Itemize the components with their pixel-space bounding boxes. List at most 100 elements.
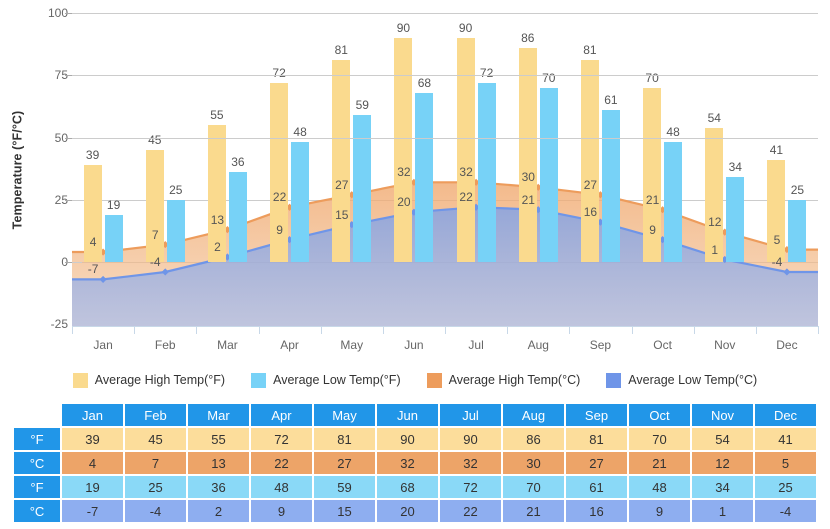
x-axis-label-dec: Dec bbox=[776, 338, 798, 352]
table-month-header: Feb bbox=[125, 404, 186, 426]
legend-label: Average Low Temp(°F) bbox=[273, 373, 401, 387]
area-value-label: 4 bbox=[89, 235, 97, 250]
x-tickmark bbox=[631, 326, 633, 334]
table-month-header: Jul bbox=[440, 404, 501, 426]
y-tickmark bbox=[65, 13, 72, 14]
gridline bbox=[72, 13, 818, 14]
table-month-header: Mar bbox=[188, 404, 249, 426]
y-tick-label: 50 bbox=[54, 130, 68, 145]
table-row: °C -7 -4 2 9 15 20 22 21 16 9 1 -4 bbox=[14, 500, 816, 522]
bar bbox=[332, 60, 351, 262]
table-row: °F 19 25 36 48 59 68 72 70 61 48 34 25 bbox=[14, 476, 816, 498]
bar-value-label: 25 bbox=[169, 182, 183, 197]
table-month-header: Dec bbox=[755, 404, 816, 426]
x-axis-label-may: May bbox=[340, 338, 364, 352]
area-value-label: -4 bbox=[149, 254, 161, 269]
bar-value-label: 41 bbox=[769, 142, 784, 157]
table-cell: 7 bbox=[125, 452, 186, 474]
legend-label: Average Low Temp(°C) bbox=[628, 373, 758, 387]
table-cell: 12 bbox=[692, 452, 753, 474]
table-unit-header: °F bbox=[14, 428, 60, 450]
table-cell: 70 bbox=[629, 428, 690, 450]
bar bbox=[145, 149, 164, 262]
x-axis-label-oct: Oct bbox=[653, 338, 672, 352]
legend-item[interactable]: Average High Temp(°F) bbox=[72, 372, 226, 388]
table-body: °F 39 45 55 72 81 90 90 86 81 70 54 41 °C 4 7 13 22 27 32 32… bbox=[14, 428, 816, 522]
x-axis-label-jun: Jun bbox=[404, 338, 424, 352]
x-tickmark bbox=[72, 326, 73, 334]
table-cell: 13 bbox=[188, 452, 249, 474]
bar-value-label: 90 bbox=[458, 20, 473, 35]
x-tickmark bbox=[693, 326, 695, 334]
bar bbox=[767, 159, 786, 262]
area-value-label: 7 bbox=[151, 227, 159, 242]
bar-value-label: 72 bbox=[479, 65, 494, 80]
area-value-label: 22 bbox=[272, 190, 287, 205]
table-cell: 9 bbox=[629, 500, 690, 522]
table-cell: 22 bbox=[440, 500, 501, 522]
y-tick-label: 75 bbox=[54, 68, 68, 83]
gridline bbox=[72, 199, 82, 201]
gridline bbox=[72, 75, 818, 77]
x-tickmark bbox=[196, 326, 198, 334]
table-cell: 70 bbox=[503, 476, 564, 498]
table-cell: -4 bbox=[125, 500, 186, 522]
x-tickmark bbox=[507, 326, 509, 334]
area-value-label: 30 bbox=[521, 170, 535, 185]
y-tickmark bbox=[65, 137, 72, 139]
legend-label: Average High Temp(°F) bbox=[94, 373, 226, 387]
bar bbox=[394, 37, 413, 262]
area-value-label: 2 bbox=[214, 240, 221, 255]
table-cell: 48 bbox=[251, 476, 312, 498]
temperature-data-table: Jan Feb Mar Apr May Jun Jul Aug Sep Oct Nov Dec °F 3… bbox=[12, 402, 818, 524]
bar-value-label: 34 bbox=[728, 160, 742, 175]
table-cell: 21 bbox=[629, 452, 690, 474]
y-tickmark bbox=[65, 262, 72, 263]
table-cell: 27 bbox=[566, 452, 627, 474]
chart-legend: Average High Temp(°F) Average Low Temp(°F… bbox=[0, 363, 830, 397]
table-cell: 90 bbox=[377, 428, 438, 450]
x-axis-label-mar: Mar bbox=[217, 338, 238, 352]
area-value-label: 22 bbox=[459, 190, 473, 205]
area-value-label: 21 bbox=[521, 192, 535, 207]
legend-label: Average High Temp(°C) bbox=[448, 373, 581, 387]
gridline bbox=[72, 137, 818, 139]
y-tick-label: 25 bbox=[54, 192, 68, 207]
legend-swatch-icon bbox=[426, 372, 442, 388]
table-cell: 59 bbox=[314, 476, 375, 498]
table-header-row: Jan Feb Mar Apr May Jun Jul Aug Sep Oct Nov Dec bbox=[14, 404, 816, 426]
table-cell: 19 bbox=[62, 476, 123, 498]
bar bbox=[601, 110, 620, 262]
table-month-header: Aug bbox=[503, 404, 564, 426]
bar-value-label: 68 bbox=[417, 75, 432, 90]
bar bbox=[291, 142, 310, 262]
bar bbox=[104, 214, 123, 262]
table-cell: 55 bbox=[188, 428, 249, 450]
table-cell: 32 bbox=[440, 452, 501, 474]
table-cell: 81 bbox=[314, 428, 375, 450]
bar-value-label: 45 bbox=[148, 132, 162, 147]
table-unit-header: °F bbox=[14, 476, 60, 498]
area-value-label: 13 bbox=[210, 212, 225, 227]
area-value-label: 15 bbox=[335, 207, 349, 222]
area-value-label: 9 bbox=[276, 222, 283, 237]
legend-item[interactable]: Average High Temp(°C) bbox=[426, 372, 581, 388]
table-cell: 25 bbox=[755, 476, 816, 498]
table-cell: -7 bbox=[62, 500, 123, 522]
y-tick-label: 100 bbox=[47, 6, 68, 20]
area-value-label: -4 bbox=[771, 254, 783, 269]
bar-value-label: 25 bbox=[790, 182, 805, 197]
table-month-header: Nov bbox=[692, 404, 753, 426]
area-value-label: 21 bbox=[645, 192, 660, 207]
bar bbox=[166, 199, 185, 262]
y-tickmark bbox=[65, 199, 72, 201]
bar-value-label: 61 bbox=[604, 93, 618, 108]
legend-item[interactable]: Average Low Temp(°F) bbox=[251, 372, 401, 388]
bar bbox=[456, 37, 475, 262]
bar bbox=[580, 60, 599, 262]
legend-item[interactable]: Average Low Temp(°C) bbox=[606, 372, 758, 388]
area-value-label: 20 bbox=[397, 195, 411, 210]
x-tickmark bbox=[445, 326, 446, 334]
y-tick-label: 0 bbox=[22, 255, 68, 269]
table-cell: 30 bbox=[503, 452, 564, 474]
